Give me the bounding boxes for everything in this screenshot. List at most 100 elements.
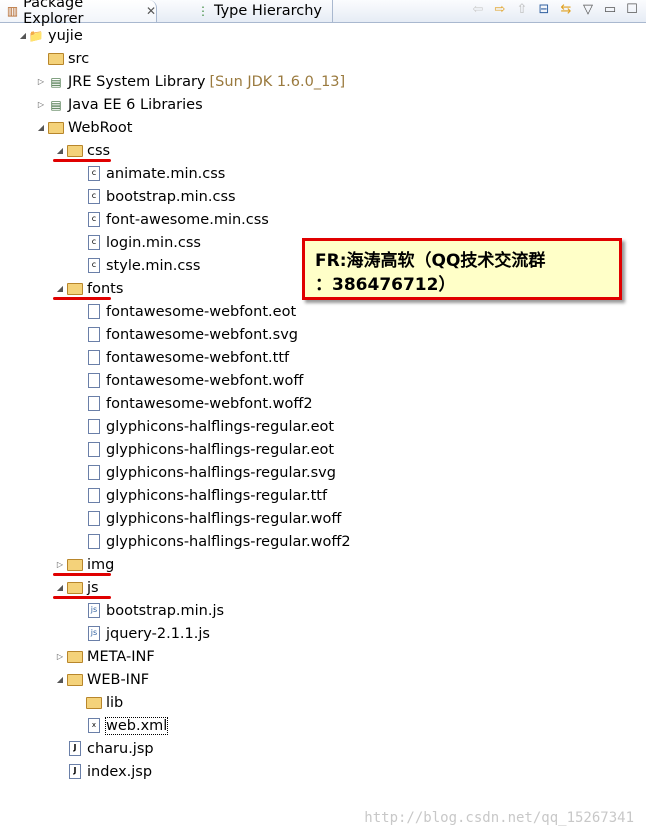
tree-item[interactable]: ▷ ▤ JRE System Library [Sun JDK 1.6.0_13] (0, 70, 646, 93)
annotation-note: FR:海涛高软（QQ技术交流群 ：386476712） (302, 238, 622, 300)
tree-item[interactable]: glyphicons-halflings-regular.woff (0, 507, 646, 530)
link-editor-icon[interactable]: ⇆ (558, 2, 574, 17)
tree-item-label: fontawesome-webfont.woff2 (106, 395, 313, 412)
back-icon[interactable]: ⇦ (470, 2, 486, 17)
collapsed-arrow-icon[interactable]: ▷ (36, 100, 46, 109)
collapsed-arrow-icon[interactable]: ▷ (36, 77, 46, 86)
xml-file-icon: x (86, 718, 102, 734)
tree-item-label: yujie (48, 27, 83, 44)
tree-item-text: fontawesome-webfont.woff2 (106, 396, 313, 412)
forward-icon[interactable]: ⇨ (492, 2, 508, 17)
expanded-arrow-icon[interactable]: ◢ (18, 31, 28, 40)
tree-item[interactable]: ▷ META-INF (0, 645, 646, 668)
tree-item-text: fontawesome-webfont.ttf (106, 350, 289, 366)
minimize-icon[interactable]: ▭ (602, 2, 618, 17)
tree-item[interactable]: x web.xml (0, 714, 646, 737)
expanded-arrow-icon[interactable]: ◢ (55, 583, 65, 592)
tree-item[interactable]: js jquery-2.1.1.js (0, 622, 646, 645)
maximize-icon[interactable]: ☐ (624, 2, 640, 17)
tree-item[interactable]: c bootstrap.min.css (0, 185, 646, 208)
expanded-arrow-icon[interactable]: ◢ (55, 284, 65, 293)
tree-item[interactable]: c animate.min.css (0, 162, 646, 185)
css-file-icon: c (86, 189, 102, 205)
tree-item-text: style.min.css (106, 258, 200, 274)
tree-item-label: glyphicons-halflings-regular.woff2 (106, 533, 351, 550)
file-icon (86, 350, 102, 366)
tree-item[interactable]: ▷ img (0, 553, 646, 576)
tree-item[interactable]: ◢ WEB-INF (0, 668, 646, 691)
library-icon: ▤ (50, 97, 62, 112)
tree-item-text: jquery-2.1.1.js (106, 626, 210, 642)
collapsed-arrow-icon[interactable]: ▷ (55, 560, 65, 569)
tree-item-text: charu.jsp (87, 741, 154, 757)
expanded-arrow-icon[interactable]: ◢ (36, 123, 46, 132)
project-icon: 📁 (28, 28, 44, 43)
file-icon (86, 419, 102, 435)
tree-item-label: fontawesome-webfont.woff (106, 372, 304, 389)
tree-item-text: fontawesome-webfont.svg (106, 327, 298, 343)
tree-item-label: font-awesome.min.css (106, 211, 269, 228)
tree-item-label: lib (106, 694, 124, 711)
folder-icon (67, 143, 83, 159)
file-icon (86, 327, 102, 343)
tree-item[interactable]: fontawesome-webfont.ttf (0, 346, 646, 369)
tree-item[interactable]: c font-awesome.min.css (0, 208, 646, 231)
note-line-2: ：386476712） (315, 275, 456, 295)
collapse-all-icon[interactable]: ⊟ (536, 2, 552, 17)
tree-item[interactable]: js bootstrap.min.js (0, 599, 646, 622)
css-file-icon: c (86, 212, 102, 228)
folder-icon (67, 281, 83, 297)
tree-item-label: index.jsp (87, 763, 153, 780)
tree-item[interactable]: ◢ js (0, 576, 646, 599)
tree-item[interactable]: glyphicons-halflings-regular.woff2 (0, 530, 646, 553)
collapsed-arrow-icon[interactable]: ▷ (55, 652, 65, 661)
folder-icon (67, 649, 83, 665)
tree-item[interactable]: glyphicons-halflings-regular.ttf (0, 484, 646, 507)
tab-label: Package Explorer (23, 0, 84, 27)
tree-item-text: font-awesome.min.css (106, 212, 269, 228)
tree-item-text: bootstrap.min.js (106, 603, 224, 619)
tree-item[interactable]: fontawesome-webfont.eot (0, 300, 646, 323)
tree-item[interactable]: ▷ ▤ Java EE 6 Libraries (0, 93, 646, 116)
file-icon (86, 304, 102, 320)
up-icon[interactable]: ⇧ (514, 2, 530, 17)
js-file-icon: js (86, 603, 102, 619)
tree-item-text: img (87, 557, 114, 573)
tree-item-text: JRE System Library [Sun JDK 1.6.0_13] (68, 74, 345, 90)
tree-item[interactable]: src (0, 47, 646, 70)
view-toolbar: ⇦ ⇨ ⇧ ⊟ ⇆ ▽ ▭ ☐ (470, 2, 640, 17)
close-icon[interactable]: ✕ (146, 4, 156, 18)
tree-item-text: yujie (48, 28, 83, 44)
tree-item[interactable]: glyphicons-halflings-regular.svg (0, 461, 646, 484)
tree-item-label: WebRoot (68, 119, 133, 136)
tree-item[interactable]: fontawesome-webfont.woff2 (0, 392, 646, 415)
tree-item-label: JRE System Library (68, 73, 206, 90)
file-icon (86, 488, 102, 504)
watermark: http://blog.csdn.net/qq_15267341 (364, 810, 634, 826)
tree-item[interactable]: fontawesome-webfont.woff (0, 369, 646, 392)
tab-package-explorer[interactable]: ▥ Package Explorer ✕ (0, 0, 157, 27)
folder-icon (67, 557, 83, 573)
expanded-arrow-icon[interactable]: ◢ (55, 675, 65, 684)
tree-item[interactable]: fontawesome-webfont.svg (0, 323, 646, 346)
tab-type-hierarchy[interactable]: ⋮ Type Hierarchy (190, 0, 333, 22)
tree-item-label: glyphicons-halflings-regular.eot (106, 418, 335, 435)
expanded-arrow-icon[interactable]: ◢ (55, 146, 65, 155)
tree-item[interactable]: Jindex.jsp (0, 760, 646, 783)
tree-item[interactable]: ◢ 📁 yujie (0, 24, 646, 47)
note-line-1: FR:海涛高软（QQ技术交流群 (315, 251, 546, 271)
tree-item-text: glyphicons-halflings-regular.eot (106, 419, 334, 435)
package-explorer-icon: ▥ (6, 4, 19, 18)
tree-item[interactable]: ◢ WebRoot (0, 116, 646, 139)
tree-item[interactable]: glyphicons-halflings-regular.eot (0, 415, 646, 438)
tree-item-text: web.xml (104, 716, 169, 735)
tree-item[interactable]: ◢ css (0, 139, 646, 162)
tree-item[interactable]: Jcharu.jsp (0, 737, 646, 760)
tree-item-text: WebRoot (68, 120, 132, 136)
tree-item-label: img (87, 556, 115, 573)
tree-item[interactable]: lib (0, 691, 646, 714)
tree-item-text: glyphicons-halflings-regular.svg (106, 465, 336, 481)
view-menu-icon[interactable]: ▽ (580, 2, 596, 17)
tree-item[interactable]: glyphicons-halflings-regular.eot (0, 438, 646, 461)
tree-item-label: login.min.css (106, 234, 201, 251)
